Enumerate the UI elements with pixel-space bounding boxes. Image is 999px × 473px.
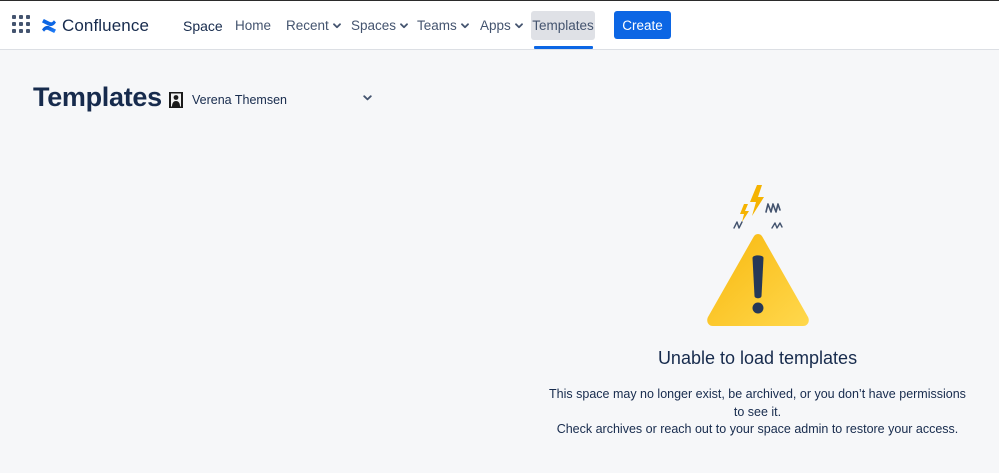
nav-space[interactable]: Space	[183, 11, 223, 40]
nav-recent-label: Recent	[286, 18, 329, 33]
nav-home-label: Home	[235, 18, 272, 33]
empty-state-description-line: Check archives or reach out to your spac…	[556, 422, 959, 436]
empty-state-description-line: This space may no longer exist, be archi…	[549, 387, 966, 419]
space-avatar-icon	[169, 92, 183, 108]
top-navigation: Confluence Space Home Recent Spaces Team…	[0, 0, 999, 50]
confluence-logo-icon	[42, 19, 56, 33]
warning-icon	[707, 185, 809, 326]
space-selector-value: Verena Themsen	[192, 93, 287, 107]
active-tab-indicator	[534, 46, 593, 49]
nav-home[interactable]: Home	[235, 11, 271, 40]
nav-teams-label: Teams	[417, 18, 457, 33]
lightning-bolt-icon	[740, 204, 749, 222]
nav-templates-label: Templates	[532, 18, 594, 33]
space-selector-dropdown[interactable]: Verena Themsen	[164, 88, 378, 112]
page-title: Templates	[33, 82, 162, 112]
chevron-down-icon	[514, 22, 523, 29]
app-switcher-grid-icon[interactable]	[12, 15, 32, 35]
create-button[interactable]: Create	[614, 11, 671, 39]
chevron-down-icon	[363, 95, 372, 101]
nav-spaces-dropdown[interactable]: Spaces	[351, 11, 408, 40]
nav-templates[interactable]: Templates	[531, 11, 595, 40]
window-top-border	[0, 0, 999, 1]
lightning-bolt-icon	[750, 185, 764, 216]
nav-apps-label: Apps	[480, 18, 511, 33]
nav-recent-dropdown[interactable]: Recent	[286, 11, 341, 40]
chevron-down-icon	[332, 22, 341, 29]
confluence-logo[interactable]: Confluence	[41, 15, 149, 37]
nav-apps-dropdown[interactable]: Apps	[480, 11, 523, 40]
empty-state-title: Unable to load templates	[657, 348, 858, 368]
app-name: Confluence	[62, 16, 150, 35]
nav-spaces-label: Spaces	[351, 18, 397, 33]
nav-teams-dropdown[interactable]: Teams	[417, 11, 469, 40]
empty-state-description: This space may no longer exist, be archi…	[545, 386, 970, 439]
nav-space-label: Space	[183, 17, 223, 34]
chevron-down-icon	[460, 22, 469, 29]
chevron-down-icon	[400, 22, 408, 29]
